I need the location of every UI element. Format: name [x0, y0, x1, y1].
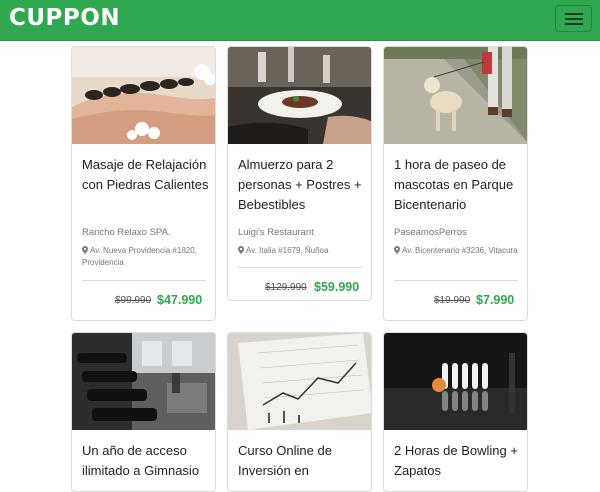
- deal-card[interactable]: Almuerzo para 2 personas + Postres + Beb…: [227, 46, 372, 301]
- deal-title[interactable]: Almuerzo para 2 personas + Postres + Beb…: [238, 155, 366, 215]
- deal-merchant: Luigi's Restaurant: [238, 227, 314, 238]
- stock-chart-paper-photo[interactable]: [228, 333, 371, 430]
- restaurant-dish-photo[interactable]: [228, 47, 371, 144]
- deal-old-price: $129.990: [265, 282, 307, 293]
- deal-title[interactable]: Un año de acceso ilimitado a Gimnasio: [82, 441, 210, 481]
- deal-old-price: $19.990: [434, 295, 471, 306]
- gym-dumbbells-photo[interactable]: [72, 333, 215, 430]
- deal-card[interactable]: Un año de acceso ilimitado a Gimnasio: [71, 332, 216, 492]
- deal-old-price: $99.990: [115, 295, 152, 306]
- deal-price: $47.990: [157, 293, 203, 307]
- deal-card[interactable]: 2 Horas de Bowling + Zapatos: [383, 332, 528, 492]
- map-pin-icon: [394, 246, 400, 254]
- deal-merchant: PaseamosPerros: [394, 227, 467, 238]
- deal-address-text: Av. Italia #1679, Ñuñoa: [246, 246, 329, 255]
- map-pin-icon: [238, 246, 244, 254]
- deal-price: $7.990: [476, 293, 515, 307]
- deal-address: Av. Bicentenario #3236, Vitacura: [394, 245, 522, 257]
- deal-title[interactable]: Masaje de Relajación con Piedras Calient…: [82, 155, 210, 195]
- deal-merchant: Rancho Relaxo SPA.: [82, 227, 171, 238]
- deal-title[interactable]: Curso Online de Inversión en: [238, 441, 366, 481]
- deal-address-text: Av. Bicentenario #3236, Vitacura: [402, 246, 518, 255]
- deal-address-text: Av. Nueva Providencia #1820, Providencia: [82, 246, 197, 267]
- hamburger-menu-icon[interactable]: [555, 5, 592, 32]
- deal-title[interactable]: 2 Horas de Bowling + Zapatos: [394, 441, 522, 481]
- top-navbar: CUPPON: [0, 0, 600, 41]
- hot-stone-massage-photo[interactable]: [72, 47, 215, 144]
- card-divider: [394, 280, 518, 281]
- deal-address: Av. Italia #1679, Ñuñoa: [238, 245, 366, 257]
- deal-card[interactable]: 1 hora de paseo de mascotas en Parque Bi…: [383, 46, 528, 321]
- map-pin-icon: [82, 246, 88, 254]
- card-divider: [82, 280, 206, 281]
- deal-card[interactable]: Curso Online de Inversión en: [227, 332, 372, 492]
- deal-price: $59.990: [314, 280, 360, 294]
- bowling-pins-photo[interactable]: [384, 333, 527, 430]
- deal-title[interactable]: 1 hora de paseo de mascotas en Parque Bi…: [394, 155, 522, 215]
- deal-address: Av. Nueva Providencia #1820, Providencia: [82, 245, 210, 269]
- deal-card[interactable]: Masaje de Relajación con Piedras Calient…: [71, 46, 216, 321]
- card-divider: [238, 267, 362, 268]
- dog-walking-photo[interactable]: [384, 47, 527, 144]
- brand-logo[interactable]: CUPPON: [9, 5, 120, 31]
